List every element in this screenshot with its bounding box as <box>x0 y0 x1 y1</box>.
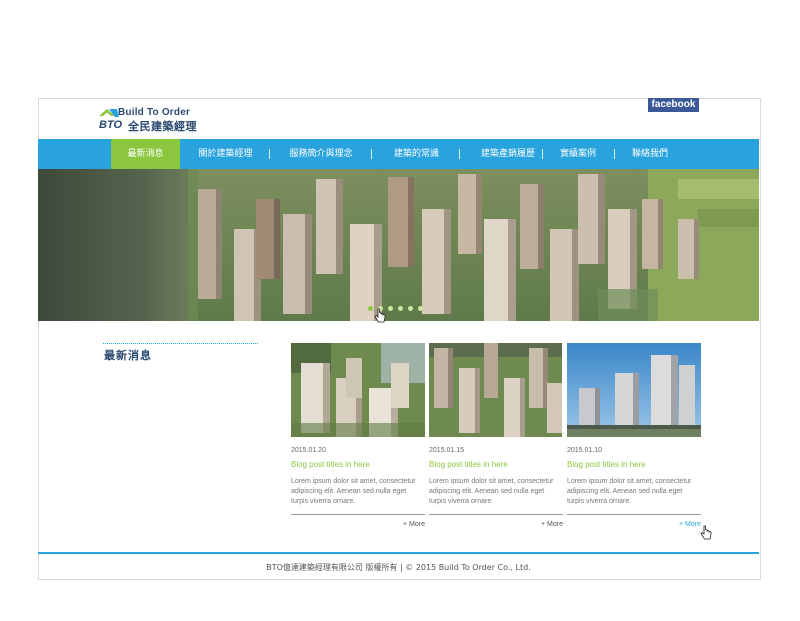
nav-item-news[interactable]: 最新消息 <box>111 139 180 169</box>
post-thumbnail[interactable] <box>291 343 425 437</box>
post-excerpt: Lorem ipsum dolor sit amet, consectetur … <box>429 478 554 505</box>
brand-name-en: Build To Order <box>118 107 191 118</box>
post-thumbnail[interactable] <box>567 343 701 437</box>
post-card: 2015.01.15 Blog post titles in here Lore… <box>429 343 563 533</box>
nav-item-cases[interactable]: 實績案例 <box>548 139 608 169</box>
slider-dot[interactable] <box>398 306 403 311</box>
nav-item-services[interactable]: 服務簡介與理念 <box>276 139 366 169</box>
brand-name-zh: 全民建築經理 <box>128 120 197 133</box>
nav-item-about[interactable]: 關於建築經理 <box>188 139 263 169</box>
post-divider <box>291 514 425 515</box>
facebook-link[interactable]: facebook <box>648 98 699 112</box>
nav-separator <box>459 149 460 159</box>
post-divider <box>429 514 563 515</box>
nav-separator <box>542 149 543 159</box>
post-date: 2015.01.10 <box>567 447 603 454</box>
footer-copyright: BTO億達建築經理有限公司 版權所有 | © 2015 Build To Ord… <box>266 563 531 572</box>
slider-dot[interactable] <box>388 306 393 311</box>
post-card: 2015.01.20 Blog post titles in here Lore… <box>291 343 425 533</box>
nav-separator <box>614 149 615 159</box>
read-more-link[interactable]: + More <box>541 521 563 528</box>
post-excerpt: Lorem ipsum dolor sit amet, consectetur … <box>291 478 416 505</box>
post-thumbnail[interactable] <box>429 343 562 437</box>
slider-dot[interactable] <box>418 306 423 311</box>
post-title[interactable]: Blog post titles in here <box>291 460 370 469</box>
footer-divider <box>38 552 759 554</box>
slider-dot[interactable] <box>368 306 373 311</box>
post-date: 2015.01.15 <box>429 447 465 454</box>
nav-separator <box>269 149 270 159</box>
hand-cursor-icon <box>374 308 386 323</box>
site-logo[interactable]: Build To Order BTO 全民建築經理 <box>97 106 209 133</box>
read-more-link[interactable]: + More <box>679 521 701 528</box>
brand-short: BTO <box>99 119 123 131</box>
nav-item-history[interactable]: 建築產銷履歷 <box>466 139 550 169</box>
post-title[interactable]: Blog post titles in here <box>567 460 646 469</box>
post-date: 2015.01.20 <box>291 447 327 454</box>
main-nav: 最新消息 關於建築經理 服務簡介與理念 建築的常識 建築產銷履歷 實績案例 聯絡… <box>38 139 759 169</box>
nav-item-contact[interactable]: 聯絡我們 <box>620 139 680 169</box>
nav-item-knowledge[interactable]: 建築的常識 <box>379 139 454 169</box>
post-card: 2015.01.10 Blog post titles in here Lore… <box>567 343 701 533</box>
post-excerpt: Lorem ipsum dolor sit amet, consectetur … <box>567 478 692 505</box>
section-divider <box>103 343 258 344</box>
nav-separator <box>371 149 372 159</box>
hand-cursor-icon <box>700 525 712 540</box>
post-divider <box>567 514 701 515</box>
hero-slider[interactable] <box>38 169 759 321</box>
slider-dot[interactable] <box>408 306 413 311</box>
hero-cityscape-image <box>38 169 759 321</box>
post-title[interactable]: Blog post titles in here <box>429 460 508 469</box>
section-title: 最新消息 <box>104 349 152 362</box>
read-more-link[interactable]: + More <box>403 521 425 528</box>
